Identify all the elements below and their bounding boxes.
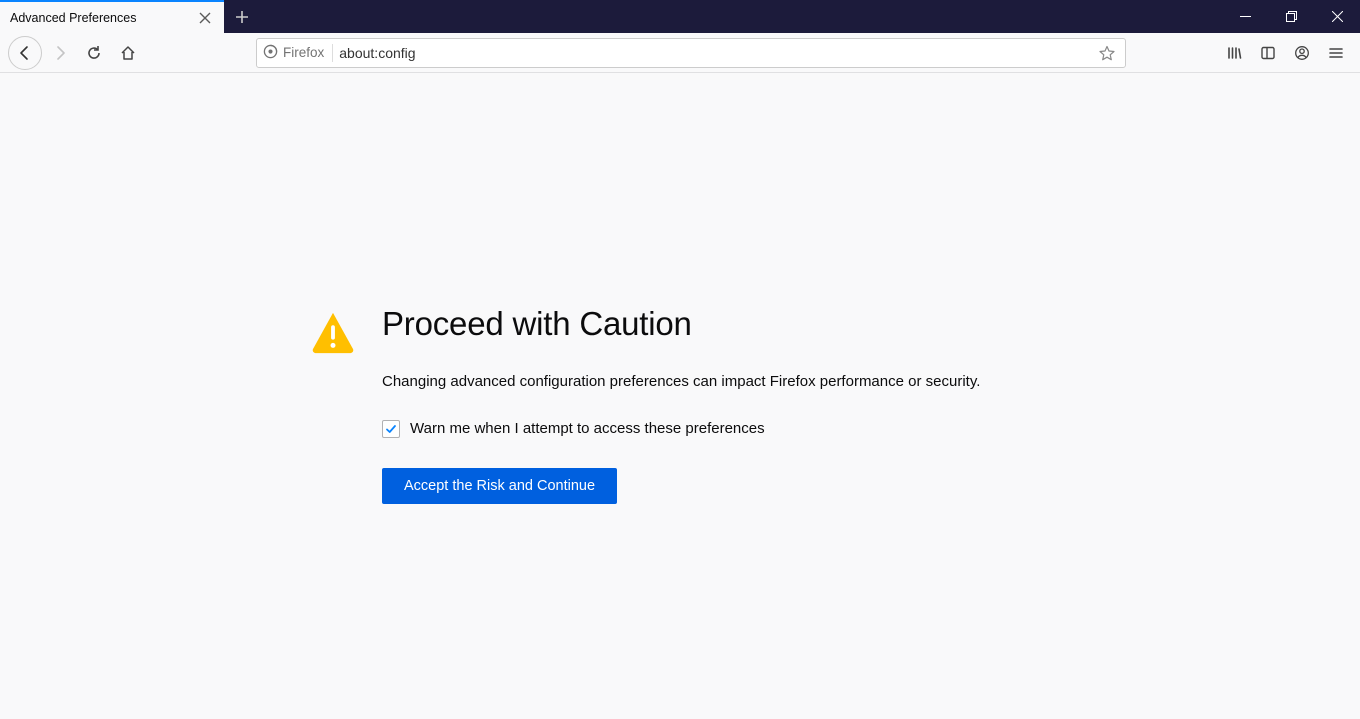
identity-label: Firefox xyxy=(283,45,324,60)
warn-checkbox-label[interactable]: Warn me when I attempt to access these p… xyxy=(410,420,765,437)
reload-button[interactable] xyxy=(78,37,110,69)
window-controls xyxy=(1222,0,1360,33)
library-button[interactable] xyxy=(1218,37,1250,69)
warning-panel: Proceed with Caution Changing advanced c… xyxy=(310,305,1050,719)
tab-strip: Advanced Preferences xyxy=(0,0,1360,33)
warning-description: Changing advanced configuration preferen… xyxy=(382,371,1050,394)
warning-title: Proceed with Caution xyxy=(382,305,1050,343)
warning-body: Proceed with Caution Changing advanced c… xyxy=(382,305,1050,719)
maximize-window-button[interactable] xyxy=(1268,0,1314,33)
minimize-window-button[interactable] xyxy=(1222,0,1268,33)
accept-risk-button[interactable]: Accept the Risk and Continue xyxy=(382,468,617,504)
url-bar[interactable]: Firefox about:config xyxy=(256,38,1126,68)
close-tab-icon[interactable] xyxy=(196,9,214,27)
browser-tab[interactable]: Advanced Preferences xyxy=(0,0,224,33)
sidebar-button[interactable] xyxy=(1252,37,1284,69)
firefox-logo-icon xyxy=(263,44,278,62)
identity-box[interactable]: Firefox xyxy=(263,44,333,62)
home-button[interactable] xyxy=(112,37,144,69)
toolbar-right xyxy=(1218,37,1352,69)
close-window-button[interactable] xyxy=(1314,0,1360,33)
account-button[interactable] xyxy=(1286,37,1318,69)
warning-triangle-icon xyxy=(310,305,356,719)
warn-checkbox[interactable] xyxy=(382,420,400,438)
menu-button[interactable] xyxy=(1320,37,1352,69)
page-content: Proceed with Caution Changing advanced c… xyxy=(0,73,1360,719)
new-tab-button[interactable] xyxy=(224,0,260,33)
warn-checkbox-row: Warn me when I attempt to access these p… xyxy=(382,420,1050,438)
url-text: about:config xyxy=(339,45,1089,61)
bookmark-star-icon[interactable] xyxy=(1095,45,1119,61)
navigation-toolbar: Firefox about:config xyxy=(0,33,1360,73)
back-button[interactable] xyxy=(8,36,42,70)
tab-title: Advanced Preferences xyxy=(10,11,196,25)
forward-button[interactable] xyxy=(44,37,76,69)
